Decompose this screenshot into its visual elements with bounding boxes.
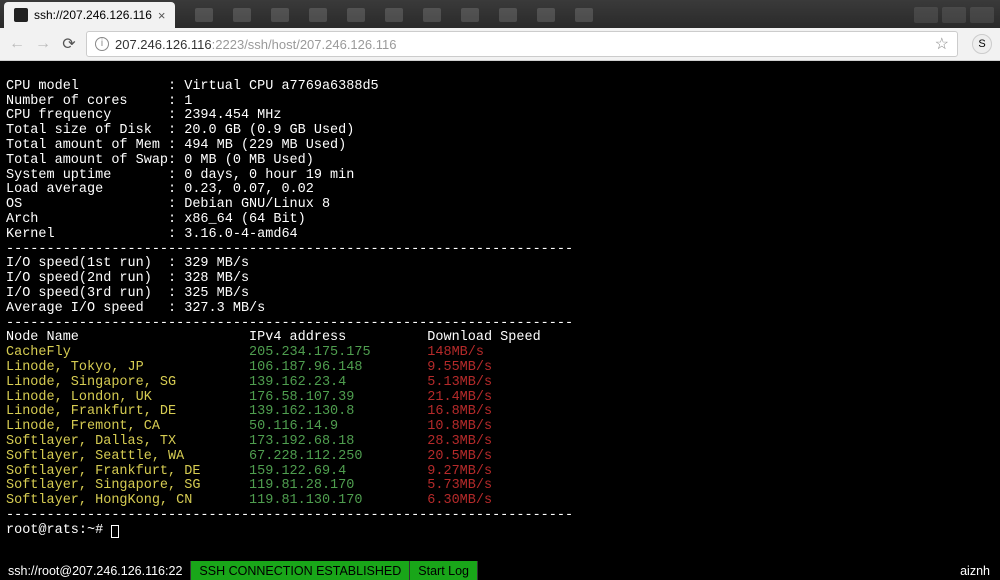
minimize-button[interactable] — [914, 7, 938, 23]
info-icon[interactable]: i — [95, 37, 109, 51]
terminal-cursor — [111, 525, 119, 538]
tab-title: ssh://207.246.126.116 — [34, 8, 152, 22]
window-controls — [908, 2, 1000, 28]
address-bar[interactable]: i 207.246.126.116:2223/ssh/host/207.246.… — [86, 31, 958, 57]
url-text: 207.246.126.116:2223/ssh/host/207.246.12… — [115, 37, 929, 52]
browser-chrome: ssh://207.246.126.116 × ← → ⟳ i 207.246.… — [0, 0, 1000, 61]
watermark: aiznh — [960, 564, 1000, 578]
tab-favicon — [14, 8, 28, 22]
bookmark-icon[interactable]: ☆ — [935, 34, 949, 54]
browser-toolbar: ← → ⟳ i 207.246.126.116:2223/ssh/host/20… — [0, 28, 1000, 60]
status-bar: ssh://root@207.246.126.116:22 SSH CONNEC… — [0, 561, 1000, 580]
start-log-button[interactable]: Start Log — [410, 561, 477, 580]
terminal-output[interactable]: CPU model : Virtual CPU a7769a6388d5 Num… — [0, 61, 1000, 561]
back-button[interactable]: ← — [8, 35, 26, 53]
status-message: SSH CONNECTION ESTABLISHED — [191, 561, 409, 580]
reload-button[interactable]: ⟳ — [60, 35, 78, 53]
close-button[interactable] — [970, 7, 994, 23]
status-connection[interactable]: ssh://root@207.246.126.116:22 — [0, 561, 190, 580]
close-icon[interactable]: × — [158, 8, 166, 23]
forward-button[interactable]: → — [34, 35, 52, 53]
maximize-button[interactable] — [942, 7, 966, 23]
profile-avatar[interactable]: S — [972, 34, 992, 54]
tab-strip: ssh://207.246.126.116 × — [0, 0, 1000, 28]
tab-strip-background — [175, 2, 908, 28]
browser-tab[interactable]: ssh://207.246.126.116 × — [4, 2, 175, 28]
